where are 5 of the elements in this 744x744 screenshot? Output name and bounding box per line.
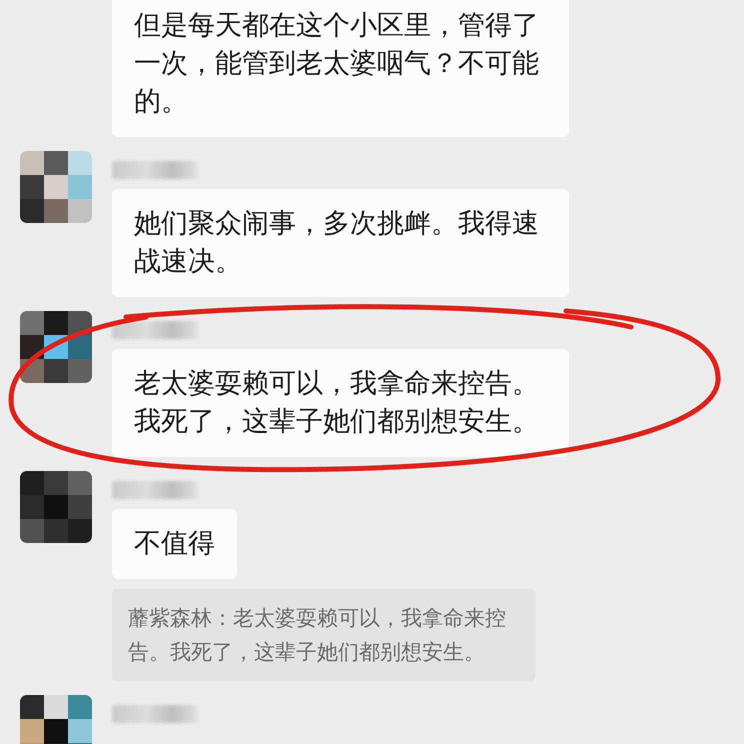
message-bubble: 她们聚众闹事，多次挑衅。我得速战速决。 [112, 189, 570, 297]
message-bubble: 老太婆耍赖可以，我拿命来控告。我死了，这辈子她们都别想安生。 [112, 349, 570, 457]
message-bubble: 但是每天都在这个小区里，管得了一次，能管到老太婆咽气？不可能的。 [112, 0, 570, 137]
message-bubble: 不值得 [112, 509, 237, 579]
quoted-message: 蘼紫森林：老太婆耍赖可以，我拿命来控告。我死了，这辈子她们都别想安生。 [112, 589, 535, 681]
